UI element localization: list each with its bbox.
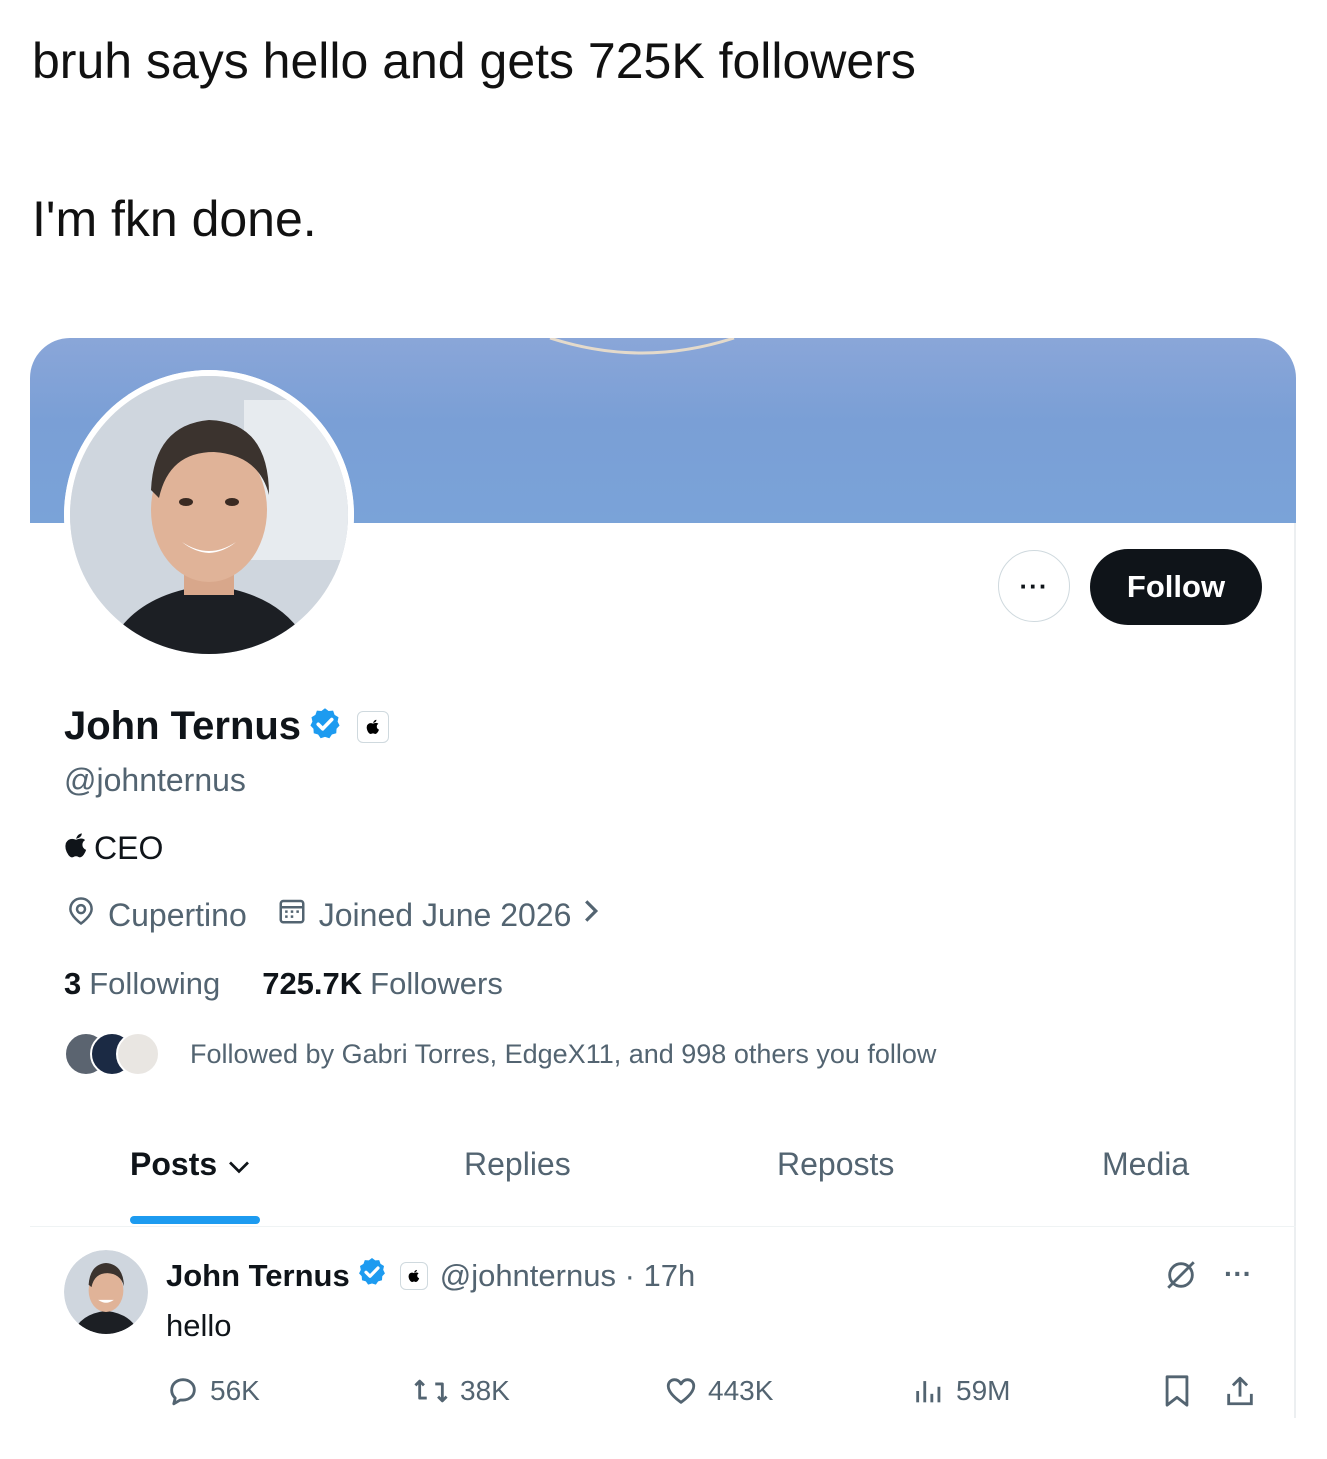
location-text: Cupertino <box>108 896 247 933</box>
post-avatar[interactable] <box>64 1250 148 1334</box>
chevron-right-icon <box>583 898 599 932</box>
profile-card: ··· Follow John Ternus @johnternus CEO C… <box>30 338 1296 1418</box>
following-stat[interactable]: 3 Following <box>64 966 220 1002</box>
tab-posts[interactable]: Posts <box>130 1146 251 1226</box>
repost-icon <box>414 1379 448 1403</box>
post-author-name[interactable]: John Ternus <box>166 1258 350 1294</box>
joined-date[interactable]: Joined June 2026 <box>277 896 600 934</box>
tab-reposts[interactable]: Reposts <box>777 1146 894 1226</box>
repost-count: 38K <box>460 1375 510 1406</box>
tab-replies[interactable]: Replies <box>464 1146 571 1226</box>
more-options-button[interactable]: ··· <box>998 550 1070 622</box>
share-icon <box>1227 1376 1253 1406</box>
post-handle-time: @johnternus · 17h <box>439 1258 696 1293</box>
reply-count: 56K <box>210 1375 260 1406</box>
active-tab-indicator <box>130 1216 260 1224</box>
location: Cupertino <box>66 896 247 934</box>
caption-line-2: I'm fkn done. <box>32 191 317 247</box>
bookmark-icon <box>1165 1375 1189 1407</box>
tab-posts-label: Posts <box>130 1146 218 1182</box>
profile-bio-text: CEO <box>94 830 164 866</box>
location-pin-icon <box>66 896 96 934</box>
post-apple-affiliation-icon[interactable] <box>399 1262 428 1290</box>
tab-reposts-label: Reposts <box>777 1146 895 1182</box>
post-actions: 56K 38K 443K 59M <box>30 1374 1296 1414</box>
verified-badge-icon[interactable] <box>307 706 343 747</box>
profile-meta: Cupertino Joined June 2026 <box>66 896 629 934</box>
profile-name-row: John Ternus <box>64 704 390 749</box>
post-text: hello <box>166 1308 232 1343</box>
like-button[interactable]: 443K <box>664 1374 773 1408</box>
reply-button[interactable]: 56K <box>166 1374 260 1408</box>
tab-media-label: Media <box>1102 1146 1190 1182</box>
profile-handle: @johnternus <box>64 762 246 798</box>
followers-stat[interactable]: 725.7K Followers <box>262 966 503 1002</box>
views-button[interactable]: 59M <box>912 1374 1010 1408</box>
post-verified-badge-icon[interactable] <box>356 1256 388 1296</box>
bookmark-button[interactable] <box>1162 1374 1202 1408</box>
following-count: 3 <box>64 966 82 1001</box>
caption-line-1: bruh says hello and gets 725K followers <box>32 33 916 89</box>
views-chart-icon <box>916 1381 941 1403</box>
apple-affiliation-icon[interactable] <box>357 710 390 743</box>
tab-media[interactable]: Media <box>1102 1146 1189 1226</box>
apple-logo-icon <box>64 832 88 866</box>
share-button[interactable] <box>1224 1374 1266 1408</box>
profile-tabs: Posts Replies Reposts Media <box>30 1146 1296 1227</box>
card-edge <box>1294 523 1296 1418</box>
reply-icon <box>170 1378 196 1406</box>
followed-by[interactable]: Followed by Gabri Torres, EdgeX11, and 9… <box>64 1032 936 1076</box>
followers-count: 725.7K <box>262 966 363 1001</box>
tab-replies-label: Replies <box>464 1146 571 1182</box>
followed-by-text: Followed by Gabri Torres, EdgeX11, and 9… <box>190 1038 937 1069</box>
profile-bio: CEO <box>64 830 163 867</box>
post-more-button[interactable]: ··· <box>1224 1258 1252 1290</box>
like-count: 443K <box>708 1375 774 1406</box>
calendar-icon <box>277 896 307 934</box>
follower-avatars <box>64 1032 160 1076</box>
heart-icon <box>666 1378 696 1404</box>
follow-button[interactable]: Follow <box>1090 549 1262 625</box>
profile-stats: 3 Following 725.7K Followers <box>64 966 545 1002</box>
profile-name: John Ternus <box>64 704 302 748</box>
followers-label: Followers <box>370 966 503 1001</box>
views-count: 59M <box>956 1375 1011 1406</box>
grok-icon[interactable] <box>1164 1258 1198 1297</box>
repost-button[interactable]: 38K <box>412 1374 510 1408</box>
chevron-down-icon <box>227 1150 251 1187</box>
following-label: Following <box>89 966 221 1001</box>
joined-text: Joined June 2026 <box>318 896 572 933</box>
post-header: John Ternus @johnternus · 17h <box>166 1256 695 1296</box>
profile-avatar[interactable] <box>64 370 354 660</box>
follower-avatar-3 <box>116 1032 160 1076</box>
